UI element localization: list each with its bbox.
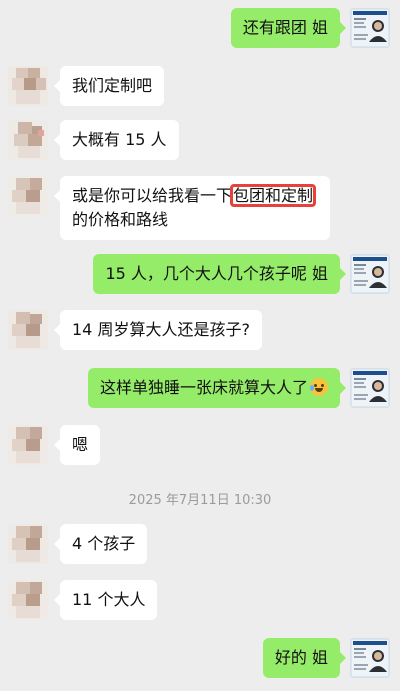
business-card-avatar-icon xyxy=(350,254,390,294)
message-bubble-other[interactable]: 大概有 15 人 xyxy=(54,120,179,160)
message-text: 14 周岁算大人还是孩子? xyxy=(72,320,250,339)
message-line-2: 的价格和路线 xyxy=(72,210,169,229)
message-text: 4 个孩子 xyxy=(72,534,136,553)
self-avatar[interactable] xyxy=(350,8,390,48)
message-bubble-self[interactable]: 这样单独睡一张床就算大人了 xyxy=(87,368,347,408)
pixelated-avatar-icon xyxy=(8,524,48,564)
message-bubble-other[interactable]: 嗯 xyxy=(53,425,101,465)
message-text: 好的 姐 xyxy=(274,648,328,667)
self-avatar[interactable] xyxy=(350,254,390,294)
pixelated-avatar-icon xyxy=(8,425,48,465)
message-bubble-self[interactable]: 好的 姐 xyxy=(262,638,347,678)
message-text: 大概有 15 人 xyxy=(72,130,167,149)
message-text: 11 个大人 xyxy=(72,590,146,609)
message-line-1: 或是你可以给我看一下包团和定制 xyxy=(72,184,318,208)
message-text: 我们定制吧 xyxy=(72,76,153,95)
laughing-tears-emoji-icon xyxy=(310,378,328,396)
pixelated-avatar-icon xyxy=(8,66,48,106)
message-bubble-other[interactable]: 我们定制吧 xyxy=(53,66,165,106)
contact-avatar[interactable] xyxy=(8,120,48,160)
message-bubble-other[interactable]: 4 个孩子 xyxy=(53,524,148,564)
highlighted-text: 包团和定制 xyxy=(230,184,317,207)
pixelated-avatar-icon xyxy=(8,120,48,160)
chat-view: 还有跟团 姐 我们定制吧 大概有 15 人 或是你可以给我看一下包团和定制 的价… xyxy=(0,0,400,691)
message-bubble-other[interactable]: 或是你可以给我看一下包团和定制 的价格和路线 xyxy=(54,176,330,240)
message-text: 这样单独睡一张床就算大人了 xyxy=(99,378,308,397)
message-bubble-other[interactable]: 11 个大人 xyxy=(53,580,158,620)
message-text: 或是你可以给我看一下 xyxy=(72,186,233,205)
message-bubble-self[interactable]: 还有跟团 姐 xyxy=(230,8,347,48)
contact-avatar[interactable] xyxy=(8,176,48,216)
contact-avatar[interactable] xyxy=(8,310,48,350)
message-text: 嗯 xyxy=(72,435,89,454)
self-avatar[interactable] xyxy=(350,368,390,408)
contact-avatar[interactable] xyxy=(8,66,48,106)
pixelated-avatar-icon xyxy=(8,580,48,620)
business-card-avatar-icon xyxy=(350,638,390,678)
message-text: 还有跟团 姐 xyxy=(242,18,328,37)
contact-avatar[interactable] xyxy=(8,425,48,465)
message-bubble-self[interactable]: 15 人，几个大人几个孩子呢 姐 xyxy=(93,254,346,294)
business-card-avatar-icon xyxy=(350,8,390,48)
self-avatar[interactable] xyxy=(350,638,390,678)
business-card-avatar-icon xyxy=(350,368,390,408)
message-bubble-other[interactable]: 14 周岁算大人还是孩子? xyxy=(54,310,262,350)
contact-avatar[interactable] xyxy=(8,580,48,620)
chat-timestamp: 2025 年7月11日 10:30 xyxy=(128,493,272,508)
pixelated-avatar-icon xyxy=(8,310,48,350)
message-text: 15 人，几个大人几个孩子呢 姐 xyxy=(105,264,328,283)
pixelated-avatar-icon xyxy=(8,176,48,216)
contact-avatar[interactable] xyxy=(8,524,48,564)
